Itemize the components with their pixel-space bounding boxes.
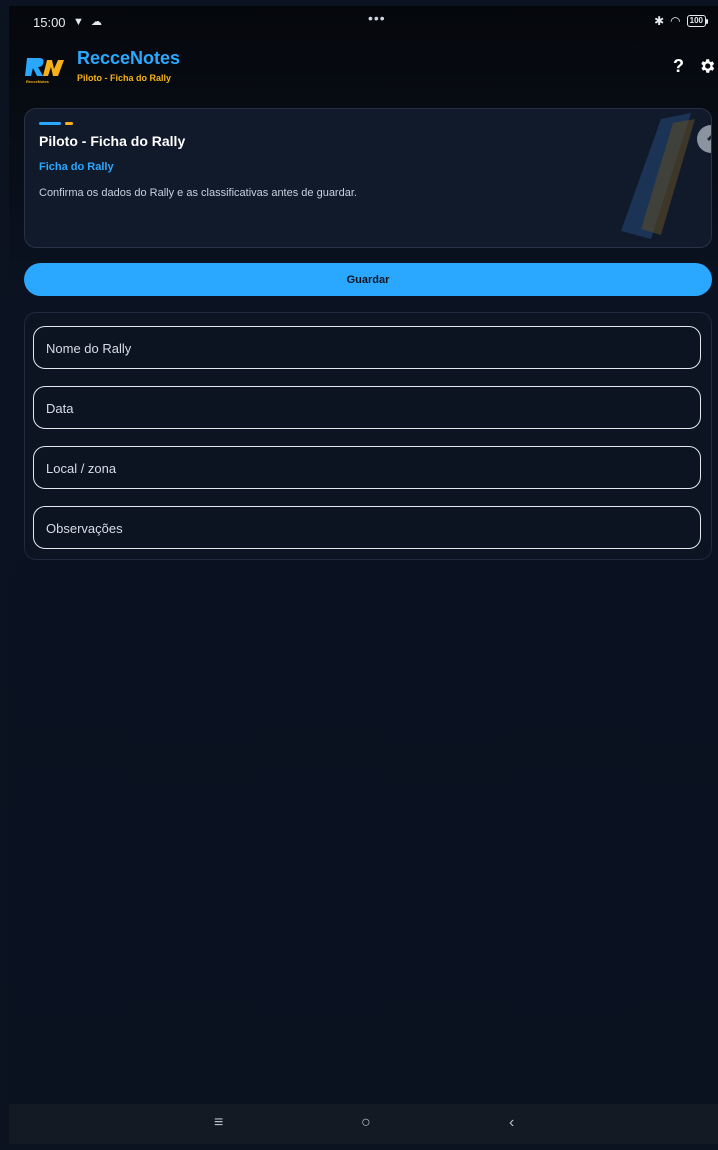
app-bar: RecceNotes RecceNotes Piloto - Ficha do … (9, 44, 718, 92)
date-field[interactable]: Data (33, 386, 701, 429)
rally-name-placeholder: Nome do Rally (46, 341, 132, 356)
back-icon[interactable]: ‹ (509, 1114, 514, 1132)
system-nav-bar: ≡ ○ ‹ (9, 1104, 718, 1144)
app-logo: RecceNotes (25, 58, 64, 84)
card-description: Confirma os dados do Rally e as classifi… (39, 187, 357, 199)
location-field[interactable]: Local / zona (33, 446, 701, 489)
status-bar: 15:00 ▼ ☁ ••• ✱ ◠ 100 (9, 6, 718, 34)
wifi-icon: ◠ (670, 14, 681, 28)
rally-form: Nome do Rally Data Local / zona Observaç… (24, 312, 712, 560)
app-subtitle: Piloto - Ficha do Rally (77, 73, 172, 83)
battery-icon: 100 (686, 15, 709, 27)
menu-icon[interactable]: ≡ (214, 1114, 223, 1132)
home-icon[interactable]: ○ (361, 1114, 371, 1132)
bluetooth-icon: ✱ (654, 14, 665, 28)
location-placeholder: Local / zona (46, 461, 117, 476)
notes-placeholder: Observações (46, 521, 123, 536)
app-title: RecceNotes (77, 48, 181, 68)
status-right: ✱ ◠ 100 (654, 14, 709, 28)
status-time: 15:00 (33, 15, 66, 30)
rally-name-field[interactable]: Nome do Rally (33, 326, 701, 369)
date-placeholder: Data (46, 401, 74, 416)
help-icon[interactable]: ? (673, 56, 684, 77)
notes-field[interactable]: Observações (33, 506, 701, 549)
card-title: Piloto - Ficha do Rally (39, 133, 186, 149)
notification-icons: ▼ ☁ (73, 16, 104, 28)
decorative-graphic (621, 113, 711, 239)
svg-text:RecceNotes: RecceNotes (26, 79, 50, 84)
app-screen: 15:00 ▼ ☁ ••• ✱ ◠ 100 RecceNotes RecceNo… (9, 6, 718, 1144)
header-card: Piloto - Ficha do Rally Ficha do Rally C… (24, 108, 712, 248)
save-button[interactable]: Guardar (24, 263, 712, 296)
more-dots-icon: ••• (368, 10, 386, 26)
card-subtitle: Ficha do Rally (39, 161, 114, 173)
gear-icon[interactable] (698, 57, 716, 75)
